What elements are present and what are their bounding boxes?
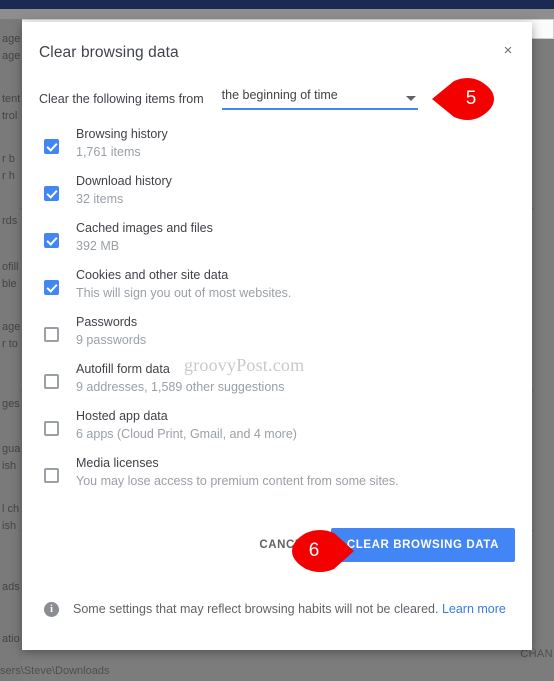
checkbox-autofill-form-data[interactable]	[44, 374, 59, 389]
footer-message: Some settings that may reflect browsing …	[73, 602, 439, 616]
chevron-down-icon	[405, 96, 416, 101]
list-item[interactable]: Autofill form data 9 addresses, 1,589 ot…	[39, 361, 515, 396]
item-detail: 1,761 items	[76, 145, 141, 159]
bg-text-fragment: age	[2, 50, 21, 62]
bg-text-fragment: l ch	[2, 503, 20, 515]
list-item[interactable]: Download history 32 items	[39, 173, 515, 208]
checkbox-hosted-app-data[interactable]	[44, 421, 59, 436]
time-range-label: Clear the following items from	[39, 92, 204, 106]
bg-text-fragment: ges	[2, 398, 20, 410]
item-detail: This will sign you out of most websites.	[76, 286, 292, 300]
clear-browsing-data-button[interactable]: CLEAR BROWSING DATA	[330, 528, 515, 562]
browser-toolbar	[0, 9, 554, 19]
data-type-list: Browsing history 1,761 items Download hi…	[39, 126, 515, 502]
browser-title-bar	[0, 0, 554, 9]
bg-text-fragment: tent	[2, 93, 21, 105]
list-item[interactable]: Media licenses You may lose access to pr…	[39, 455, 515, 490]
item-detail: You may lose access to premium content f…	[76, 474, 399, 488]
bg-text-fragment: gua	[2, 443, 21, 455]
item-label: Media licenses	[76, 456, 159, 470]
cancel-button[interactable]: CANCEL	[245, 529, 325, 561]
checkbox-passwords[interactable]	[44, 327, 59, 342]
item-label: Cached images and files	[76, 221, 213, 235]
footer-note: i Some settings that may reflect browsin…	[44, 600, 514, 619]
time-range-row: Clear the following items from the begin…	[39, 86, 515, 110]
bg-text-fragment: ish	[2, 520, 17, 532]
checkbox-browsing-history[interactable]	[44, 139, 59, 154]
list-item[interactable]: Browsing history 1,761 items	[39, 126, 515, 161]
bg-text-fragment: r to	[2, 338, 18, 350]
checkbox-media-licenses[interactable]	[44, 468, 59, 483]
footer-text: Some settings that may reflect browsing …	[73, 600, 506, 619]
dialog-actions: CANCEL CLEAR BROWSING DATA	[245, 528, 515, 562]
item-label: Passwords	[76, 315, 138, 329]
item-label: Hosted app data	[76, 409, 168, 423]
time-range-select[interactable]: the beginning of time	[221, 86, 418, 110]
bg-text-fragment: ble	[2, 278, 17, 290]
background-download-path: sers\Steve\Downloads	[0, 665, 110, 677]
clear-browsing-data-dialog: Clear browsing data × Clear the followin…	[22, 22, 532, 650]
item-detail: 6 apps (Cloud Print, Gmail, and 4 more)	[76, 427, 297, 441]
item-detail: 9 passwords	[76, 333, 147, 347]
list-item[interactable]: Cookies and other site data This will si…	[39, 267, 515, 302]
bg-text-fragment: trol	[2, 110, 18, 122]
bg-text-fragment: ish	[2, 460, 17, 472]
bg-text-fragment: age	[2, 33, 21, 45]
item-detail: 9 addresses, 1,589 other suggestions	[76, 380, 285, 394]
checkbox-cookies-and-other-site-data[interactable]	[44, 280, 59, 295]
checkbox-cached-images-and-files[interactable]	[44, 233, 59, 248]
background-settings-strip: age age tent trol r b r h rds ofill ble …	[0, 19, 22, 681]
item-label: Cookies and other site data	[76, 268, 229, 282]
bg-text-fragment: r h	[2, 170, 15, 182]
bg-text-fragment: atio	[2, 633, 20, 645]
bg-text-fragment: ads	[2, 581, 20, 593]
dialog-title: Clear browsing data	[39, 44, 179, 61]
item-label: Autofill form data	[76, 362, 170, 376]
checkbox-download-history[interactable]	[44, 186, 59, 201]
info-icon: i	[44, 602, 59, 617]
item-detail: 32 items	[76, 192, 124, 206]
list-item[interactable]: Cached images and files 392 MB	[39, 220, 515, 255]
bg-text-fragment: rds	[2, 215, 18, 227]
bg-text-fragment: ofill	[2, 261, 19, 273]
close-icon[interactable]: ×	[494, 36, 522, 64]
item-label: Browsing history	[76, 127, 168, 141]
bg-text-fragment: age	[2, 321, 21, 333]
list-item[interactable]: Hosted app data 6 apps (Cloud Print, Gma…	[39, 408, 515, 443]
list-item[interactable]: Passwords 9 passwords	[39, 314, 515, 349]
bg-text-fragment: r b	[2, 153, 15, 165]
time-range-value: the beginning of time	[221, 88, 338, 102]
item-label: Download history	[76, 174, 172, 188]
item-detail: 392 MB	[76, 239, 120, 253]
screenshot-root: age age tent trol r b r h rds ofill ble …	[0, 0, 554, 681]
learn-more-link[interactable]: Learn more	[442, 602, 506, 616]
